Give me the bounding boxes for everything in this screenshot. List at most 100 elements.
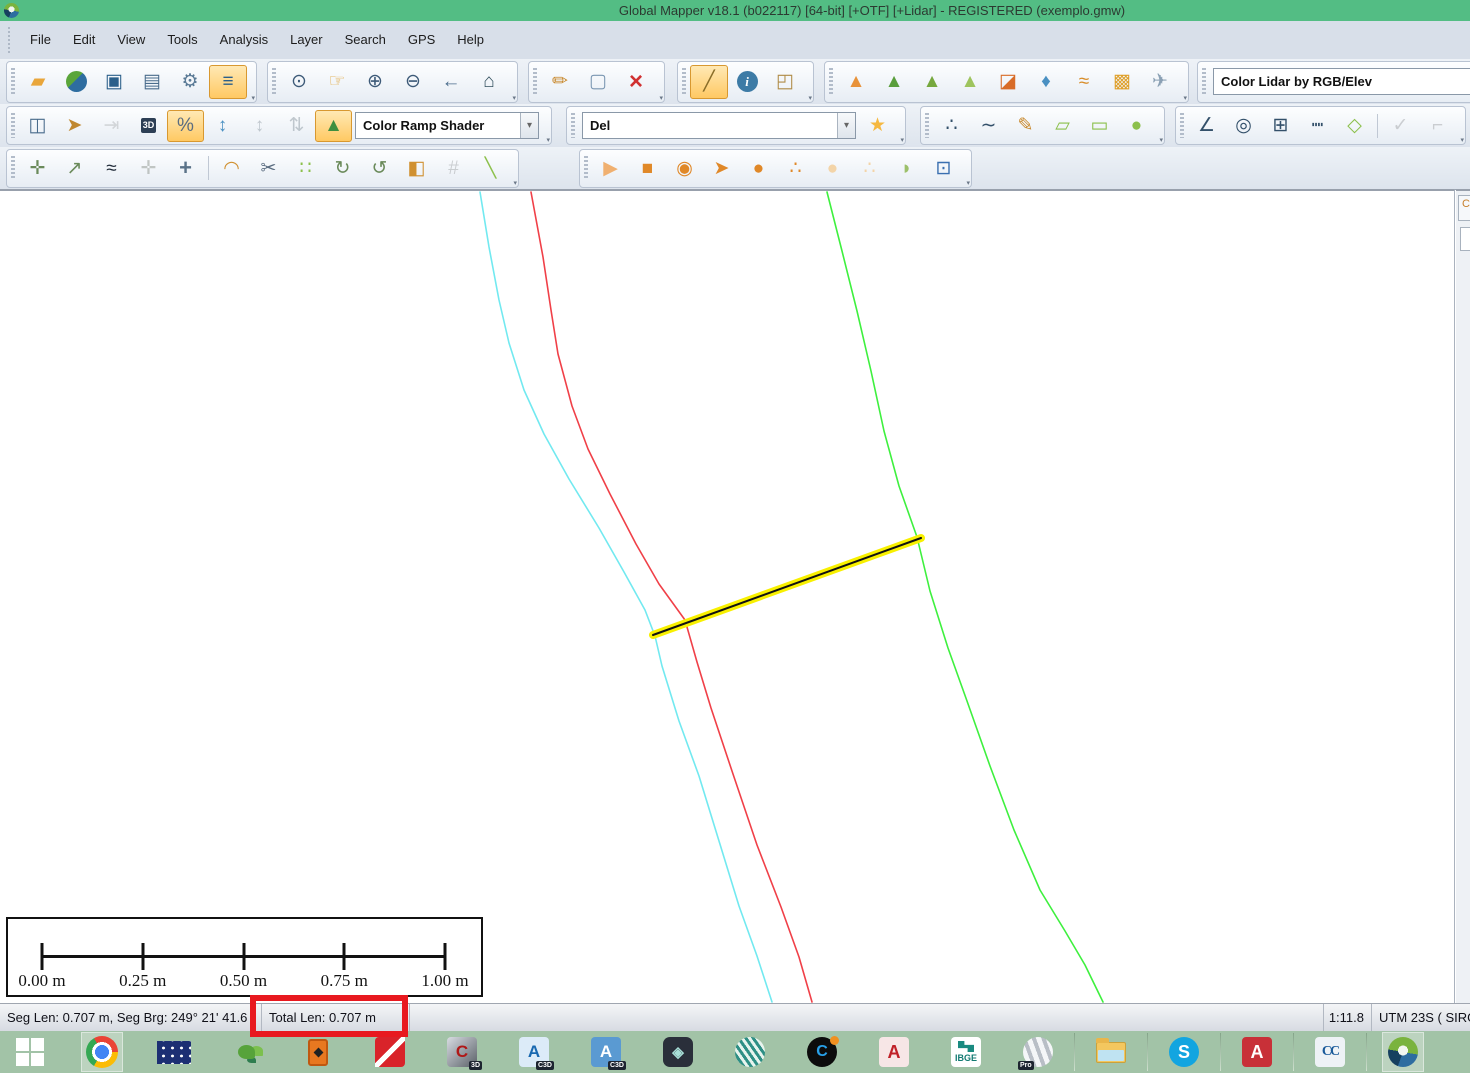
taskbar-autocad-3d[interactable]: C3D <box>442 1033 482 1071</box>
dropdown-arrow-icon[interactable]: ▾ <box>520 113 538 138</box>
taskbar-civil3d[interactable]: AC3D <box>514 1033 554 1071</box>
measure-angle[interactable]: ∠ <box>1188 110 1225 142</box>
flatten-terrain[interactable]: ▲ <box>913 65 951 99</box>
configuration-wrench[interactable]: ⚙ <box>171 65 209 99</box>
create-area[interactable]: ▱ <box>1044 110 1081 142</box>
open-file[interactable]: ▰ <box>19 65 57 99</box>
taskbar-civil3d-2[interactable]: AC3D <box>586 1033 626 1071</box>
taskbar-flag-app[interactable] <box>154 1033 194 1071</box>
gps-center[interactable]: ◉ <box>666 152 703 184</box>
gps-goto[interactable]: ➤ <box>703 152 740 184</box>
gps-display[interactable]: ⊡ <box>925 152 962 184</box>
gps-start[interactable]: ▶ <box>592 152 629 184</box>
swap-views[interactable]: % <box>167 110 204 142</box>
zoom-in[interactable]: ⊕ <box>356 65 394 99</box>
docked-panel-tab[interactable]: C <box>1458 195 1470 221</box>
search-features[interactable]: ◰ <box>766 65 804 99</box>
open-online-data[interactable] <box>57 65 95 99</box>
save-workspace[interactable]: ▣ <box>95 65 133 99</box>
taskbar-globe-sphere[interactable] <box>730 1033 770 1071</box>
menu-gps[interactable]: GPS <box>397 32 446 47</box>
zoom-previous[interactable]: ← <box>432 65 470 99</box>
flight-path[interactable]: ✈ <box>1141 65 1179 99</box>
taskbar-skype[interactable]: S <box>1164 1033 1204 1071</box>
menu-grip-handle[interactable] <box>8 27 13 53</box>
taskbar-file-explorer[interactable] <box>1091 1033 1131 1071</box>
taskbar-autocad-red[interactable]: A <box>1237 1033 1277 1071</box>
gps-route[interactable]: ◗ <box>888 152 925 184</box>
view-3d[interactable]: 3D <box>130 110 167 142</box>
round-vertex[interactable]: ◠ <box>213 152 250 184</box>
view-shed[interactable]: ≈ <box>1065 65 1103 99</box>
create-grid[interactable]: ⊞ <box>1262 110 1299 142</box>
shader-mountain[interactable]: ▲ <box>315 110 352 142</box>
digitizer-tool[interactable]: ✏ <box>541 65 579 99</box>
taskbar-total-station[interactable] <box>298 1033 338 1071</box>
watershed[interactable]: ♦ <box>1027 65 1065 99</box>
rotate-feature[interactable]: ↻ <box>324 152 361 184</box>
taskbar-systemcare[interactable]: C <box>802 1033 842 1071</box>
shader-mode-dropdown[interactable]: Color Ramp Shader▾ <box>355 112 539 139</box>
menu-search[interactable]: Search <box>334 32 397 47</box>
gps-mark-waypoint[interactable]: ● <box>740 152 777 184</box>
select-features[interactable]: ▢ <box>579 65 617 99</box>
taskbar-filmora[interactable]: ◈ <box>658 1033 698 1071</box>
scale-feature[interactable]: ↗ <box>56 152 93 184</box>
pan-to-view[interactable]: ➤ <box>56 110 93 142</box>
create-point[interactable]: ∴ <box>933 110 970 142</box>
gps-track[interactable]: ∴ <box>777 152 814 184</box>
rotate-feature-alt[interactable]: ↺ <box>361 152 398 184</box>
gps-track-faded[interactable]: ● <box>814 152 851 184</box>
elevation-shader[interactable]: ▲ <box>837 65 875 99</box>
overlay-control-center[interactable]: ≡ <box>209 65 247 99</box>
reshape-area[interactable]: ◇ <box>1336 110 1373 142</box>
taskbar-global-mapper[interactable] <box>1383 1033 1423 1071</box>
taskbar-chrome[interactable] <box>82 1033 122 1071</box>
taskbar-google-earth-pro[interactable]: Pro <box>1018 1033 1058 1071</box>
taskbar-autocad-light[interactable]: A <box>874 1033 914 1071</box>
insert-vertex[interactable]: ┉ <box>1299 110 1336 142</box>
menu-tools[interactable]: Tools <box>156 32 208 47</box>
favorites-star[interactable]: ★ <box>859 110 896 142</box>
compare-views[interactable]: ◫ <box>19 110 56 142</box>
measure-tool[interactable]: ╱ <box>690 65 728 99</box>
split-feature[interactable]: ✂ <box>250 152 287 184</box>
move-feature[interactable]: ✛ <box>19 152 56 184</box>
create-freehand[interactable]: ✎ <box>1007 110 1044 142</box>
gps-path-faded[interactable]: ∴ <box>851 152 888 184</box>
zoom-out[interactable]: ⊖ <box>394 65 432 99</box>
menu-layer[interactable]: Layer <box>279 32 334 47</box>
raster-options[interactable]: ▩ <box>1103 65 1141 99</box>
create-line[interactable]: ∼ <box>970 110 1007 142</box>
feature-info[interactable]: i <box>728 65 766 99</box>
active-layer-dropdown[interactable]: Del▾ <box>582 112 856 139</box>
lidar-display-mode-dropdown[interactable]: Color Lidar by RGB/Elev▾ <box>1213 68 1470 95</box>
map-viewport[interactable]: 0.00 m0.25 m0.50 m0.75 m1.00 m <box>0 189 1455 1003</box>
color-elevation[interactable]: ◪ <box>989 65 1027 99</box>
menu-help[interactable]: Help <box>446 32 495 47</box>
create-rectangle[interactable]: ▭ <box>1081 110 1118 142</box>
pan-hand[interactable]: ☞ <box>318 65 356 99</box>
terrain-analysis[interactable]: ▲ <box>951 65 989 99</box>
taskbar-leaf-app[interactable] <box>226 1033 266 1071</box>
add-vertex[interactable]: + <box>167 152 204 184</box>
taskbar-sketchup[interactable] <box>370 1033 410 1071</box>
menu-analysis[interactable]: Analysis <box>209 32 279 47</box>
combine-features[interactable]: ◧ <box>398 152 435 184</box>
map-layout[interactable]: ▤ <box>133 65 171 99</box>
draw-buffer[interactable]: ╲ <box>472 152 509 184</box>
docked-panel-edge[interactable]: C <box>1456 189 1470 1003</box>
taskbar-cloudcompare[interactable]: CC <box>1310 1033 1350 1071</box>
zoom-tool[interactable]: ⊙ <box>280 65 318 99</box>
contour-generation[interactable]: ▲ <box>875 65 913 99</box>
edit-vertices[interactable]: ≈ <box>93 152 130 184</box>
clear-selection[interactable]: × <box>617 65 655 99</box>
copy-feature[interactable]: ∷ <box>287 152 324 184</box>
taskbar-windows-start[interactable] <box>10 1033 50 1071</box>
range-rings[interactable]: ◎ <box>1225 110 1262 142</box>
create-circle[interactable]: ● <box>1118 110 1155 142</box>
menu-edit[interactable]: Edit <box>62 32 106 47</box>
full-view-home[interactable]: ⌂ <box>470 65 508 99</box>
menu-file[interactable]: File <box>19 32 62 47</box>
menu-view[interactable]: View <box>106 32 156 47</box>
